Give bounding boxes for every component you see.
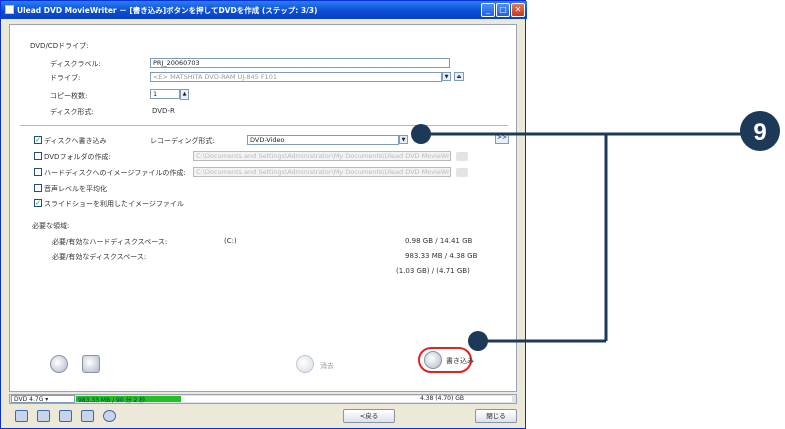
callout-overlay: 9 bbox=[411, 111, 780, 351]
callout-connector bbox=[421, 132, 748, 343]
callout-number: 9 bbox=[753, 119, 766, 146]
callout-dot-top bbox=[411, 124, 431, 144]
callout-dot-bottom bbox=[468, 331, 488, 351]
